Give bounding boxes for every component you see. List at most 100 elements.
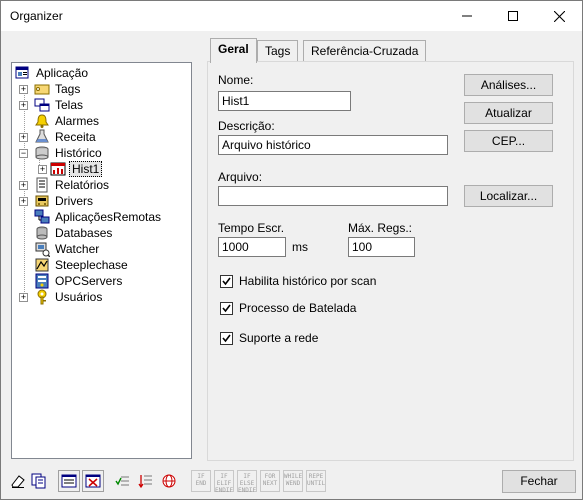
descricao-field[interactable]: Arquivo histórico [218, 135, 448, 155]
eraser-tool-button[interactable] [7, 470, 29, 492]
tree-item-steeplechase[interactable]: Steeplechase [34, 257, 130, 273]
max-regs-label: Máx. Regs.: [348, 221, 413, 235]
tempo-escrita-label: Tempo Escr. [218, 221, 285, 235]
reports-icon [34, 177, 50, 193]
recipe-flask-icon [34, 129, 50, 145]
localizar-button[interactable]: Localizar... [464, 185, 553, 207]
tree-item-label: Receita [55, 130, 96, 144]
atualizar-button[interactable]: Atualizar [464, 102, 553, 124]
tab-tags[interactable]: Tags [257, 40, 299, 62]
tempo-escrita-field[interactable]: 1000 [218, 237, 286, 257]
checkbox-label: Processo de Batelada [239, 301, 357, 315]
tree-item-relatorios[interactable]: + Relatórios [19, 177, 111, 193]
tree-item-hist1[interactable]: + Hist1 [38, 161, 103, 177]
checkbox-label: Habilita histórico por scan [239, 274, 377, 288]
keyword-text: FOR [264, 473, 276, 480]
opc-servers-icon [34, 273, 50, 289]
users-key-icon [34, 289, 50, 305]
processo-batelada-checkbox[interactable]: Processo de Batelada [220, 301, 356, 315]
minimize-button[interactable] [444, 1, 490, 31]
close-button[interactable] [536, 1, 582, 31]
properties-icon [61, 474, 77, 488]
expand-plus-icon[interactable]: + [19, 196, 28, 206]
suporte-rede-checkbox[interactable]: Suporte a rede [220, 331, 318, 345]
copy-icon [31, 473, 46, 489]
tree-item-label: Telas [55, 98, 84, 112]
window-title: Organizer [10, 9, 63, 23]
keyword-text: ELIF [216, 480, 232, 487]
expand-plus-icon[interactable]: + [19, 180, 28, 190]
tree-item-label: Histórico [55, 146, 102, 160]
sort-list-icon [138, 475, 152, 489]
max-regs-field[interactable]: 100 [348, 237, 415, 257]
title-bar: Organizer [1, 1, 582, 31]
keyword-text: IF [197, 473, 205, 480]
keyword-button-repe-until[interactable]: REPE UNTIL [306, 470, 326, 492]
history-chart-icon [50, 161, 66, 177]
maximize-button[interactable] [490, 1, 536, 31]
descricao-label: Descrição: [218, 119, 275, 133]
tab-geral[interactable]: Geral [210, 38, 257, 63]
tree-item-label: Usuários [55, 290, 103, 304]
habilita-historico-checkbox[interactable]: Habilita histórico por scan [220, 274, 376, 288]
screens-icon [34, 97, 50, 113]
tree-item-label: Relatórios [55, 178, 110, 192]
collapse-minus-icon[interactable]: − [19, 148, 28, 158]
tree-item-label: Drivers [55, 194, 93, 208]
tree-item-aplicacao[interactable]: Aplicação [15, 65, 90, 81]
nome-label: Nome: [218, 73, 254, 87]
tree-item-label: OPCServers [55, 274, 123, 288]
verify-tool-button[interactable] [112, 470, 134, 492]
keyword-text: UNTIL [307, 480, 326, 487]
sort-tool-button[interactable] [135, 470, 157, 492]
tree-item-tags[interactable]: + Tags [19, 81, 82, 97]
globe-icon [162, 474, 176, 488]
cep-button[interactable]: CEP... [464, 130, 553, 152]
tree-item-telas[interactable]: + Telas [19, 97, 85, 113]
keyword-button-if-end[interactable]: IF END [191, 470, 211, 492]
keyword-text: WHILE [284, 473, 303, 480]
tree-item-label: Tags [55, 82, 81, 96]
tab-referencia-cruzada[interactable]: Referência-Cruzada [303, 40, 427, 62]
checkbox-checked-icon [220, 331, 233, 345]
tree-item-drivers[interactable]: + Drivers [19, 193, 95, 209]
properties-tool-button[interactable] [58, 470, 80, 492]
keyword-button-if-else-endif[interactable]: IF ELSE ENDIF [237, 470, 257, 494]
delete-tool-button[interactable] [82, 470, 104, 492]
tree-item-opcservers[interactable]: OPCServers [34, 273, 124, 289]
expand-plus-icon[interactable]: + [38, 164, 47, 174]
tree-item-aplicacoesremotas[interactable]: AplicaçõesRemotas [34, 209, 163, 225]
tree-item-alarmes[interactable]: Alarmes [34, 113, 101, 129]
keyword-text: WEND [285, 480, 301, 487]
tree-item-receita[interactable]: + Receita [19, 129, 98, 145]
analises-button[interactable]: Análises... [464, 74, 553, 96]
keyword-text: IF [220, 473, 228, 480]
tree-item-databases[interactable]: Databases [34, 225, 114, 241]
steeplechase-icon [34, 257, 50, 273]
nome-field[interactable]: Hist1 [218, 91, 351, 111]
expand-plus-icon[interactable]: + [19, 292, 28, 302]
expand-plus-icon[interactable]: + [19, 132, 28, 142]
keyword-button-while-wend[interactable]: WHILE WEND [283, 470, 303, 492]
watcher-icon [34, 241, 51, 258]
arquivo-field[interactable] [218, 186, 448, 206]
copy-tool-button[interactable] [28, 470, 50, 492]
tree-item-label: Aplicação [36, 66, 89, 80]
application-icon [15, 65, 31, 81]
expand-plus-icon[interactable]: + [19, 100, 28, 110]
minimize-icon [462, 15, 472, 17]
keyword-text: NEXT [262, 480, 278, 487]
fechar-button[interactable]: Fechar [502, 470, 576, 493]
checkbox-checked-icon [220, 274, 233, 288]
tree-item-label: Databases [55, 226, 113, 240]
tree-item-historico[interactable]: − Histórico [19, 145, 104, 161]
tree-item-watcher[interactable]: Watcher [34, 241, 101, 258]
keyword-button-if-elif-endif[interactable]: IF ELIF ENDIF [214, 470, 234, 494]
keyword-button-for-next[interactable]: FOR NEXT [260, 470, 280, 492]
application-tree[interactable]: Aplicação + Tags + Telas Alarmes + Recei… [11, 62, 192, 459]
history-database-icon [34, 145, 50, 161]
global-tool-button[interactable] [158, 470, 180, 492]
tree-item-usuarios[interactable]: + Usuários [19, 289, 104, 305]
expand-plus-icon[interactable]: + [19, 84, 28, 94]
delete-icon [85, 474, 101, 488]
